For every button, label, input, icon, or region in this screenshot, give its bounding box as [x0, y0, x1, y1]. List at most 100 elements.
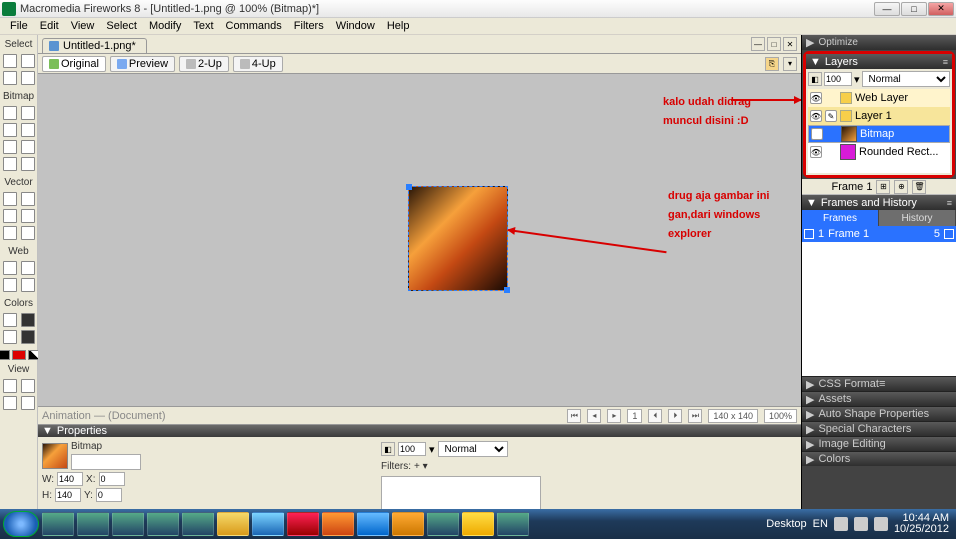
subselect-tool[interactable]: [21, 54, 35, 68]
menu-help[interactable]: Help: [381, 19, 416, 33]
stroke-swatch[interactable]: [21, 313, 35, 327]
hand-tool[interactable]: [21, 379, 35, 393]
visibility-icon[interactable]: 👁: [810, 92, 822, 104]
maximize-button[interactable]: □: [901, 2, 927, 16]
view-tab-original[interactable]: Original: [42, 56, 106, 72]
menu-window[interactable]: Window: [330, 19, 381, 33]
hide-slice-tool[interactable]: [3, 278, 17, 292]
taskbar-item[interactable]: [462, 512, 494, 536]
blend-mode-select[interactable]: Normal: [438, 441, 508, 457]
menu-edit[interactable]: Edit: [34, 19, 65, 33]
object-name-input[interactable]: [71, 454, 141, 470]
tray-icon[interactable]: [874, 517, 888, 531]
visibility-icon[interactable]: 👁: [811, 128, 823, 140]
zoom-level[interactable]: 100%: [764, 409, 797, 423]
no-color[interactable]: [12, 350, 26, 360]
css-format-accordion[interactable]: ▶CSS Format≡: [802, 376, 956, 391]
taskbar-item[interactable]: [357, 512, 389, 536]
menu-view[interactable]: View: [65, 19, 101, 33]
prev-frame-button[interactable]: ◂: [587, 409, 601, 423]
layers-header[interactable]: ▼Layers≡: [806, 54, 952, 69]
blur-tool[interactable]: [3, 157, 17, 171]
line-tool[interactable]: [3, 192, 17, 206]
canvas-dims[interactable]: 140 x 140: [708, 409, 758, 423]
crop-tool[interactable]: [21, 71, 35, 85]
lock-icon[interactable]: ✎: [825, 110, 837, 122]
canvas[interactable]: kalo udah didrag muncul disini :D drug a…: [38, 74, 801, 406]
taskbar-item[interactable]: [252, 512, 284, 536]
assets-accordion[interactable]: ▶Assets: [802, 391, 956, 406]
options-button[interactable]: ▾: [783, 57, 797, 71]
panel-menu-icon[interactable]: ≡: [947, 198, 952, 208]
close-button[interactable]: ✕: [928, 2, 954, 16]
prev-page-button[interactable]: ⏴: [648, 409, 662, 423]
web-layer-row[interactable]: 👁 Web Layer: [808, 89, 950, 107]
default-colors[interactable]: [0, 350, 10, 360]
menu-filters[interactable]: Filters: [288, 19, 330, 33]
taskbar-item[interactable]: [497, 512, 529, 536]
menu-modify[interactable]: Modify: [143, 19, 187, 33]
doc-minimize[interactable]: —: [751, 37, 765, 51]
menu-file[interactable]: File: [4, 19, 34, 33]
rect-tool[interactable]: [3, 209, 17, 223]
view-tab-preview[interactable]: Preview: [110, 56, 175, 72]
frame-marker-icon[interactable]: [804, 229, 814, 239]
zoom-tool[interactable]: [3, 396, 17, 410]
colors-accordion[interactable]: ▶Colors: [802, 451, 956, 466]
frames-tab[interactable]: Frames: [802, 210, 879, 226]
show-desktop[interactable]: Desktop: [766, 518, 806, 530]
taskbar-item[interactable]: [42, 512, 74, 536]
text-tool[interactable]: [21, 209, 35, 223]
export-wizard-button[interactable]: ⎘: [765, 57, 779, 71]
x-input[interactable]: [99, 472, 125, 486]
layer-1-row[interactable]: 👁 ✎ Layer 1: [808, 107, 950, 125]
menu-commands[interactable]: Commands: [220, 19, 288, 33]
standard-screen-tool[interactable]: [3, 379, 17, 393]
filters-add-button[interactable]: + ▾: [414, 461, 428, 472]
frame-nav-icon[interactable]: ⊞: [876, 180, 890, 194]
lang-indicator[interactable]: EN: [813, 518, 828, 530]
taskbar-item[interactable]: [112, 512, 144, 536]
pointer-tool[interactable]: [3, 54, 17, 68]
start-button[interactable]: [3, 511, 39, 537]
document-tab[interactable]: Untitled-1.png*: [42, 38, 147, 53]
first-frame-button[interactable]: ⏮: [567, 409, 581, 423]
height-input[interactable]: [55, 488, 81, 502]
fullscreen-tool[interactable]: [21, 396, 35, 410]
layer-blend-select[interactable]: Normal: [862, 71, 950, 87]
show-slice-tool[interactable]: [21, 278, 35, 292]
taskbar-item[interactable]: [217, 512, 249, 536]
knife-tool[interactable]: [21, 226, 35, 240]
bitmap-layer-row[interactable]: 👁 Bitmap: [808, 125, 950, 143]
tray-icon[interactable]: [854, 517, 868, 531]
view-tab-2up[interactable]: 2-Up: [179, 56, 229, 72]
imageediting-accordion[interactable]: ▶Image Editing: [802, 436, 956, 451]
y-input[interactable]: [96, 488, 122, 502]
hotspot-tool[interactable]: [3, 261, 17, 275]
stroke-picker[interactable]: [3, 313, 17, 327]
specialchars-accordion[interactable]: ▶Special Characters: [802, 421, 956, 436]
visibility-icon[interactable]: 👁: [810, 146, 822, 158]
view-tab-4up[interactable]: 4-Up: [233, 56, 283, 72]
history-tab[interactable]: History: [879, 210, 956, 226]
opacity-dropdown-icon[interactable]: ▾: [429, 443, 435, 456]
doc-restore[interactable]: □: [767, 37, 781, 51]
wand-tool[interactable]: [3, 123, 17, 137]
frame-selector[interactable]: Frame 1 ⊞ ⊕ 🗑: [802, 179, 956, 195]
scale-tool[interactable]: [3, 71, 17, 85]
panel-menu-icon[interactable]: ≡: [943, 57, 948, 67]
clock-date[interactable]: 10/25/2012: [894, 524, 949, 535]
marquee-tool[interactable]: [3, 106, 17, 120]
dropdown-icon[interactable]: ▾: [854, 73, 860, 86]
menu-select[interactable]: Select: [100, 19, 143, 33]
width-input[interactable]: [57, 472, 83, 486]
fill-swatch[interactable]: [21, 330, 35, 344]
optimize-accordion[interactable]: ▶Optimize: [802, 35, 956, 50]
brush-tool[interactable]: [21, 123, 35, 137]
pencil-tool[interactable]: [3, 140, 17, 154]
slice-tool[interactable]: [21, 261, 35, 275]
rect-layer-row[interactable]: 👁 Rounded Rect...: [808, 143, 950, 161]
pen-tool[interactable]: [21, 192, 35, 206]
panel-menu-icon[interactable]: ≡: [879, 378, 885, 390]
frame-row[interactable]: 1 Frame 1 5: [802, 226, 956, 242]
